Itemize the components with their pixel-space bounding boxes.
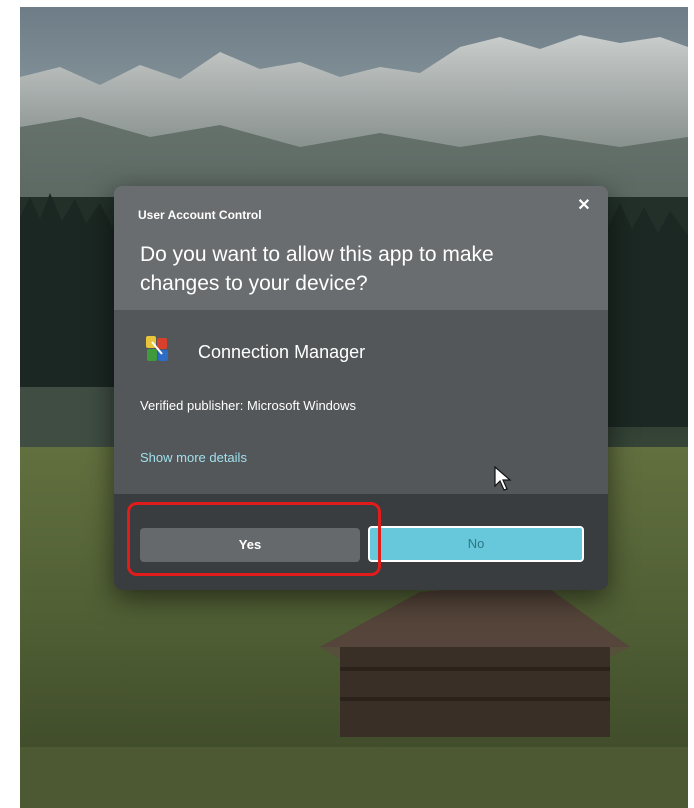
show-more-details-link[interactable]: Show more details [140, 450, 247, 465]
app-name: Connection Manager [198, 342, 366, 362]
mouse-pointer-icon [494, 465, 512, 497]
red-highlight-annotation [127, 502, 381, 576]
dialog-question: Do you want to allow this app to make ch… [140, 243, 494, 295]
no-button[interactable]: No [368, 526, 584, 562]
close-icon[interactable]: ✕ [572, 194, 596, 218]
verified-publisher: Verified publisher: Microsoft Windows [140, 398, 357, 413]
connection-manager-icon [144, 334, 170, 364]
dialog-caption: User Account Control [138, 208, 262, 222]
